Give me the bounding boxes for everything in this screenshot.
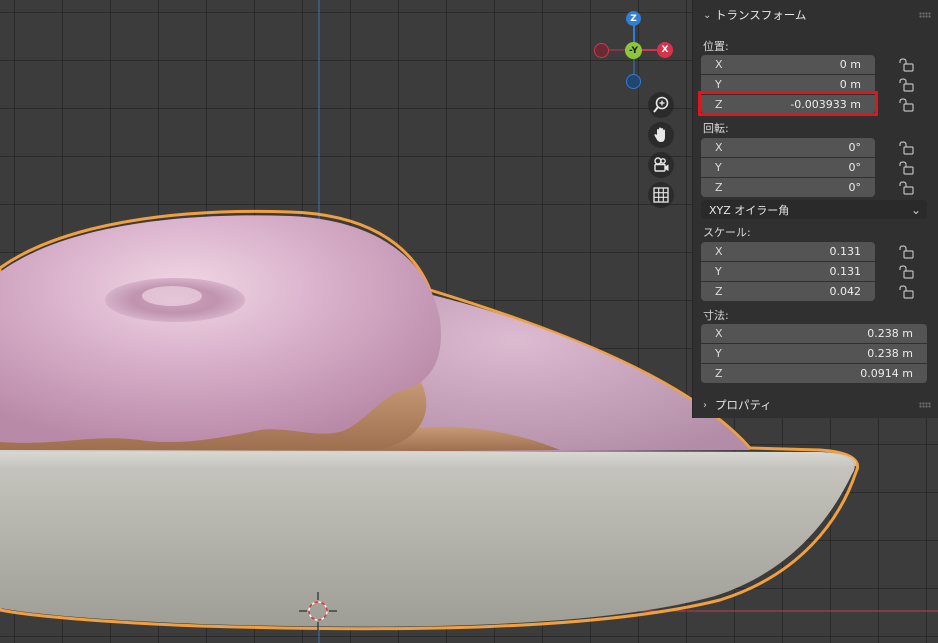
field-value: 0.131: [829, 245, 862, 258]
gizmo-z-label: Z: [630, 13, 637, 24]
properties-panel-header[interactable]: › プロパティ: [693, 392, 938, 418]
rotation-mode-value: XYZ オイラー角: [709, 203, 790, 217]
field-axis-label: Y: [715, 161, 722, 174]
location-x-field[interactable]: X 0 m: [701, 55, 875, 74]
gizmo-neg-z-axis[interactable]: [626, 74, 641, 89]
dimensions-z-field[interactable]: Z 0.0914 m: [701, 364, 927, 383]
field-axis-label: Y: [715, 265, 722, 278]
field-axis-label: X: [715, 245, 723, 258]
chevron-down-icon: ⌄: [910, 202, 921, 217]
grid-icon: [653, 187, 669, 203]
lock-icon[interactable]: [898, 265, 914, 279]
field-value: 0.238 m: [867, 347, 913, 360]
rotation-y-field[interactable]: Y 0°: [701, 158, 875, 177]
drag-handle-icon[interactable]: [919, 402, 931, 408]
field-value: 0.042: [829, 285, 862, 298]
scale-label: スケール:: [703, 226, 751, 239]
rotation-label: 回転:: [703, 122, 729, 135]
dimensions-label: 寸法:: [703, 309, 729, 322]
dimensions-y-field[interactable]: Y 0.238 m: [701, 344, 927, 363]
zoom-button[interactable]: [648, 92, 674, 118]
drag-handle-icon[interactable]: [919, 12, 931, 18]
lock-icon[interactable]: [898, 181, 914, 195]
pan-button[interactable]: [648, 122, 674, 148]
field-value: 0 m: [839, 78, 861, 91]
gizmo-neg-y-label: -Y: [629, 45, 638, 56]
lock-icon[interactable]: [898, 98, 914, 112]
field-axis-label: Z: [715, 367, 723, 380]
camera-icon: [654, 157, 669, 172]
rotation-x-field[interactable]: X 0°: [701, 138, 875, 157]
transform-panel-header[interactable]: ⌄ トランスフォーム: [693, 2, 938, 28]
gizmo-neg-y-axis[interactable]: -Y: [625, 42, 642, 59]
scale-y-field[interactable]: Y 0.131: [701, 262, 875, 281]
field-value: 0.131: [829, 265, 862, 278]
gizmo-x-axis[interactable]: X: [657, 42, 673, 58]
field-value: 0°: [848, 161, 862, 174]
field-axis-label: Z: [715, 181, 723, 194]
field-axis-label: X: [715, 141, 723, 154]
lock-icon[interactable]: [898, 58, 914, 72]
field-axis-label: Y: [715, 78, 722, 91]
lock-icon[interactable]: [898, 285, 914, 299]
lock-icon[interactable]: [898, 78, 914, 92]
gizmo-x-label: X: [661, 45, 669, 55]
field-value: 0 m: [839, 58, 861, 71]
location-label: 位置:: [703, 40, 729, 53]
field-value: 0.238 m: [867, 327, 913, 340]
highlight-box: [698, 91, 878, 116]
gizmo-z-axis[interactable]: Z: [626, 11, 641, 26]
chevron-down-icon: ⌄: [703, 9, 712, 21]
field-value: 0°: [848, 141, 862, 154]
ortho-toggle-button[interactable]: [648, 182, 674, 208]
field-axis-label: X: [715, 327, 723, 340]
field-value: 0.0914 m: [860, 367, 913, 380]
chevron-right-icon: ›: [703, 399, 707, 411]
plate: [0, 452, 855, 627]
scale-z-field[interactable]: Z 0.042: [701, 282, 875, 301]
zoom-icon: [653, 96, 669, 113]
rotation-mode-dropdown[interactable]: XYZ オイラー角 ⌄: [701, 200, 927, 219]
camera-view-button[interactable]: [648, 152, 674, 178]
rotation-z-field[interactable]: Z 0°: [701, 178, 875, 197]
transform-header-label: トランスフォーム: [715, 8, 807, 22]
lock-icon[interactable]: [898, 245, 914, 259]
dimensions-x-field[interactable]: X 0.238 m: [701, 324, 927, 343]
field-axis-label: Y: [715, 347, 722, 360]
properties-header-label: プロパティ: [715, 398, 772, 412]
field-axis-label: X: [715, 58, 723, 71]
field-axis-label: Z: [715, 285, 723, 298]
lock-icon[interactable]: [898, 141, 914, 155]
lock-icon[interactable]: [898, 161, 914, 175]
gizmo-neg-x-axis[interactable]: [594, 43, 609, 58]
scale-x-field[interactable]: X 0.131: [701, 242, 875, 261]
field-value: 0°: [848, 181, 862, 194]
hand-pan-icon: [654, 127, 665, 142]
